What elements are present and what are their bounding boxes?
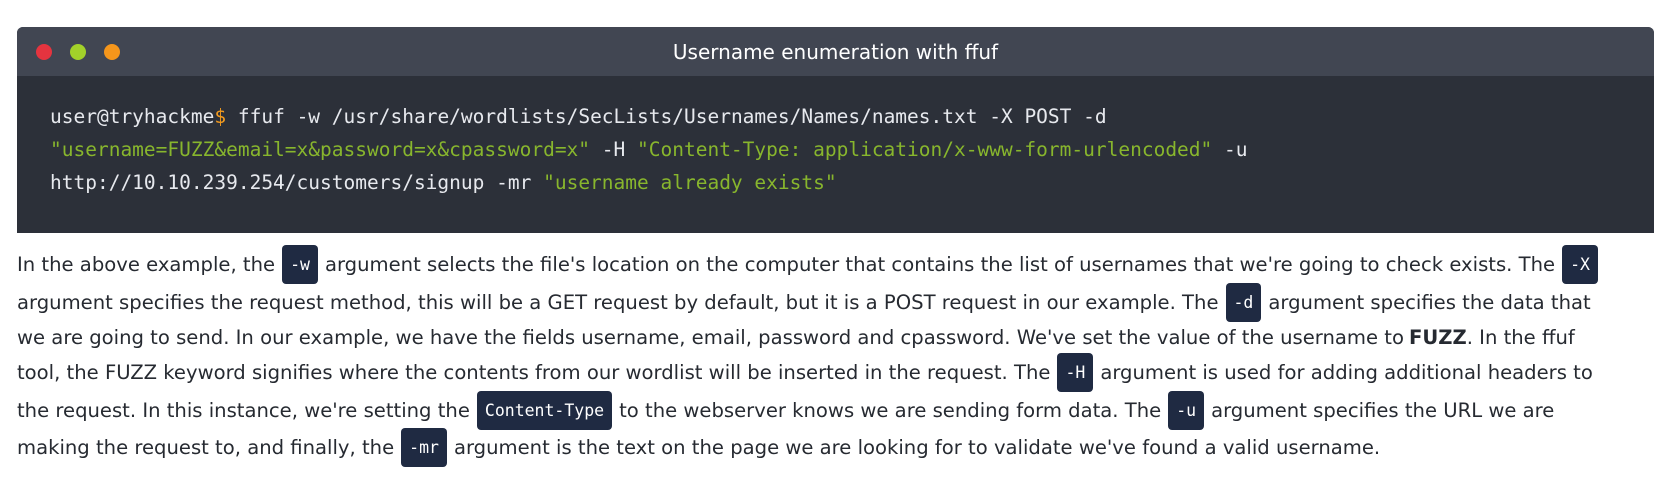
paragraph-line: argument specifies the request method, t… xyxy=(17,282,1657,322)
terminal-title: Username enumeration with ffuf xyxy=(672,40,999,64)
paragraph-text: argument selects the file's location on … xyxy=(324,253,1556,277)
header-string: "Content-Type: application/x-www-form-ur… xyxy=(637,138,1213,161)
paragraph-text: argument specifies the URL we are xyxy=(1211,398,1555,422)
inline-code-u: -u xyxy=(1168,390,1205,430)
paragraph-text: argument is used for adding additional h… xyxy=(1100,361,1593,385)
prompt-user: user@tryhackme xyxy=(50,105,215,128)
inline-code-d: -d xyxy=(1225,282,1262,322)
paragraph-line: In the above example, the -w argument se… xyxy=(17,245,1657,285)
bold-fuzz: FUZZ xyxy=(1408,326,1467,349)
inline-code-H: -H xyxy=(1057,353,1094,393)
paragraph-text: to the webserver knows we are sending fo… xyxy=(619,398,1162,422)
terminal-line-3: http://10.10.239.254/customers/signup -m… xyxy=(50,166,1634,199)
paragraph-line: tool, the FUZZ keyword signifies where t… xyxy=(17,353,1657,393)
paragraph-line: the request. In this instance, we're set… xyxy=(17,390,1657,430)
inline-code-content-type: Content-Type xyxy=(476,390,613,430)
terminal-titlebar: Username enumeration with ffuf xyxy=(17,27,1654,76)
match-string: "username already exists" xyxy=(543,171,837,194)
inline-code-mr: -mr xyxy=(401,428,447,468)
paragraph-text: making the request to, and finally, the xyxy=(17,436,395,460)
paragraph-text: argument specifies the request method, t… xyxy=(17,290,1219,314)
paragraph-text: In the above example, the xyxy=(17,253,276,277)
terminal-line-2: "username=FUZZ&email=x&password=x&cpassw… xyxy=(50,133,1634,166)
paragraph-text: . In the ffuf xyxy=(1466,326,1575,349)
terminal-line-1: user@tryhackme$ ffuf -w /usr/share/wordl… xyxy=(50,100,1634,133)
terminal-content[interactable]: user@tryhackme$ ffuf -w /usr/share/wordl… xyxy=(50,100,1634,199)
command-text: -H xyxy=(590,138,638,161)
paragraph-line: making the request to, and finally, the … xyxy=(17,428,1657,468)
paragraph-text: argument specifies the data that xyxy=(1268,290,1591,314)
terminal-window: Username enumeration with ffuf user@tryh… xyxy=(17,27,1654,233)
command-text: http://10.10.239.254/customers/signup -m… xyxy=(50,171,544,194)
paragraph-line: we are going to send. In our example, we… xyxy=(17,321,1657,354)
command-text: -u xyxy=(1212,138,1248,161)
explanation-paragraph: In the above example, the -w argument se… xyxy=(17,245,1657,468)
command-text: ffuf -w /usr/share/wordlists/SecLists/Us… xyxy=(226,105,1107,128)
paragraph-text: we are going to send. In our example, we… xyxy=(17,326,1404,349)
paragraph-text: argument is the text on the page we are … xyxy=(453,436,1381,460)
paragraph-text: tool, the FUZZ keyword signifies where t… xyxy=(17,361,1051,385)
data-string: "username=FUZZ&email=x&password=x&cpassw… xyxy=(50,138,591,161)
prompt-symbol: $ xyxy=(214,105,227,128)
inline-code-X: -X xyxy=(1562,245,1598,285)
inline-code-w: -w xyxy=(282,245,318,285)
paragraph-text: the request. In this instance, we're set… xyxy=(17,398,470,422)
